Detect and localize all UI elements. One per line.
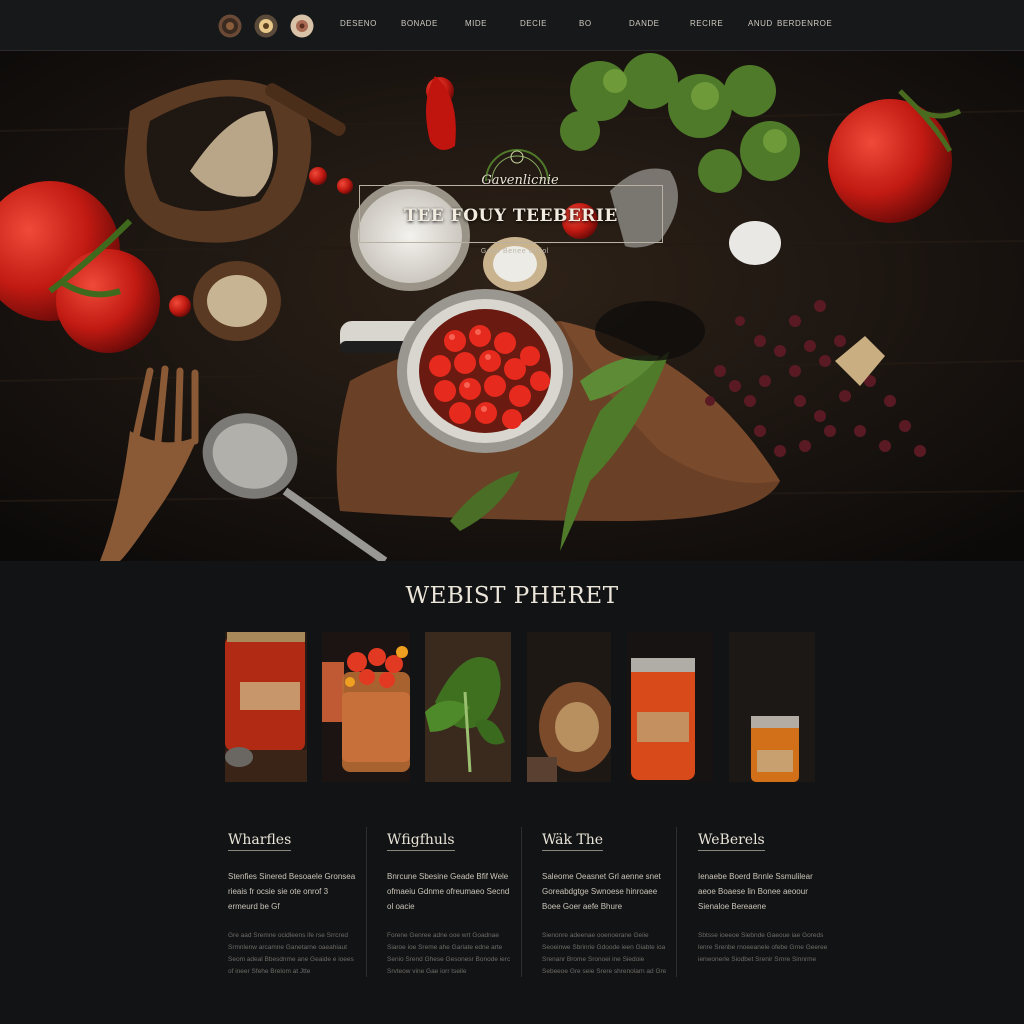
info-column-weberels: WeBerels Ienaebe Boerd Bnnle Ssmulilear … (698, 827, 828, 966)
column-lead-text: Stenfies Sinered Besoaele Gronsea rieais… (228, 872, 356, 911)
column-heading[interactable]: Wfigfhuls (387, 832, 455, 851)
nav-link-bonade[interactable]: Bonade (401, 19, 438, 28)
column-body-text: Sbtsse ioeeoe Siebnde Gaeoue iae Goreds … (698, 932, 828, 963)
gallery-tile-pepper-jar[interactable] (627, 632, 713, 782)
nav-link-deseno[interactable]: Deseno (340, 19, 377, 28)
gallery-tile-pasta-board[interactable] (527, 632, 611, 782)
hero-food-illustration (0, 51, 1024, 561)
nav-link-bo[interactable]: Bo (579, 19, 592, 28)
top-navbar: Deseno Bonade Mide Decie Bo Dande Recire… (0, 0, 1024, 51)
column-body-text: Gre aad Sremne ocidleens ife rse Srrcred… (228, 932, 354, 975)
nav-link-recire[interactable]: Recire (690, 19, 723, 28)
column-heading[interactable]: WeBerels (698, 832, 765, 851)
nav-link-anud[interactable]: Anud (748, 19, 773, 28)
sun-badge-icon[interactable] (254, 14, 278, 38)
gallery-tile-greens[interactable] (425, 632, 511, 782)
nav-link-decie[interactable]: Decie (520, 19, 547, 28)
column-body-text: Forene Genree adne ooe wrt Goadnae Siaro… (387, 932, 511, 975)
nav-link-mide[interactable]: Mide (465, 19, 487, 28)
nav-icon-group (218, 14, 314, 38)
gallery-tile-sauce-jar[interactable] (225, 632, 307, 782)
hero-subtitle: Goen Benee Grfiol (480, 248, 550, 255)
column-lead-text: Saleome Oeasnet Grl aenne snet Goreabdgt… (542, 872, 661, 911)
column-divider (676, 827, 677, 977)
info-column-wfigfhuls: Wfigfhuls Bnrcune Sbesine Geade Bfif Wel… (387, 827, 517, 978)
hero-title: TEE FOUY TEEBERIE (404, 206, 618, 226)
column-lead-text: Bnrcune Sbesine Geade Bfif Wele ofmaeiu … (387, 872, 510, 911)
column-heading[interactable]: Wäk The (542, 832, 604, 851)
product-gallery (225, 632, 815, 782)
plate-icon[interactable] (218, 14, 242, 38)
nav-link-berdenroe[interactable]: Berdenroe (777, 19, 832, 28)
column-divider (521, 827, 522, 977)
nav-link-dande[interactable]: Dande (629, 19, 660, 28)
column-divider (366, 827, 367, 977)
flower-badge-icon[interactable] (290, 14, 314, 38)
column-heading[interactable]: Wharfles (228, 832, 292, 851)
info-column-wak-the: Wäk The Saleome Oeasnet Grl aenne snet G… (542, 827, 672, 978)
section-title: WEBIST PHERET (405, 583, 619, 609)
column-body-text: Sienonre adeenae ooenoerane Geiie Seoein… (542, 932, 667, 975)
info-column-wharfles: Wharfles Stenfies Sinered Besoaele Grons… (228, 827, 358, 978)
hero-banner: Gavenlicnie TEE FOUY TEEBERIE Goen Benee… (0, 51, 1024, 561)
gallery-tile-small-jar[interactable] (729, 632, 815, 782)
column-lead-text: Ienaebe Boerd Bnnle Ssmulilear aeoe Boae… (698, 872, 813, 911)
gallery-tile-tomato-jar[interactable] (322, 632, 410, 782)
